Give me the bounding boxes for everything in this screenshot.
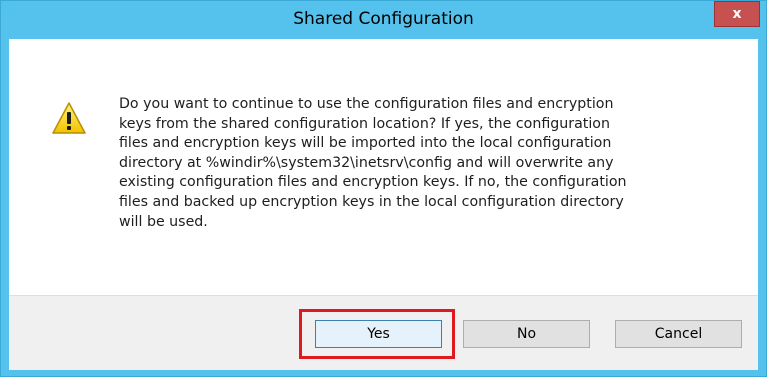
dialog-window: Shared Configuration x Do you want to co… — [0, 0, 767, 377]
window-title: Shared Configuration — [293, 9, 474, 29]
dialog-content: Do you want to continue to use the confi… — [9, 39, 758, 295]
dialog-message: Do you want to continue to use the confi… — [119, 96, 627, 230]
close-button[interactable]: x — [714, 1, 760, 27]
button-bar: Yes No Cancel — [9, 295, 758, 370]
yes-button[interactable]: Yes — [315, 320, 442, 348]
cancel-button[interactable]: Cancel — [615, 320, 742, 348]
dialog-client-area: Do you want to continue to use the confi… — [9, 39, 758, 370]
no-button[interactable]: No — [463, 320, 590, 348]
title-bar[interactable]: Shared Configuration x — [1, 1, 766, 39]
warning-icon — [52, 102, 86, 134]
